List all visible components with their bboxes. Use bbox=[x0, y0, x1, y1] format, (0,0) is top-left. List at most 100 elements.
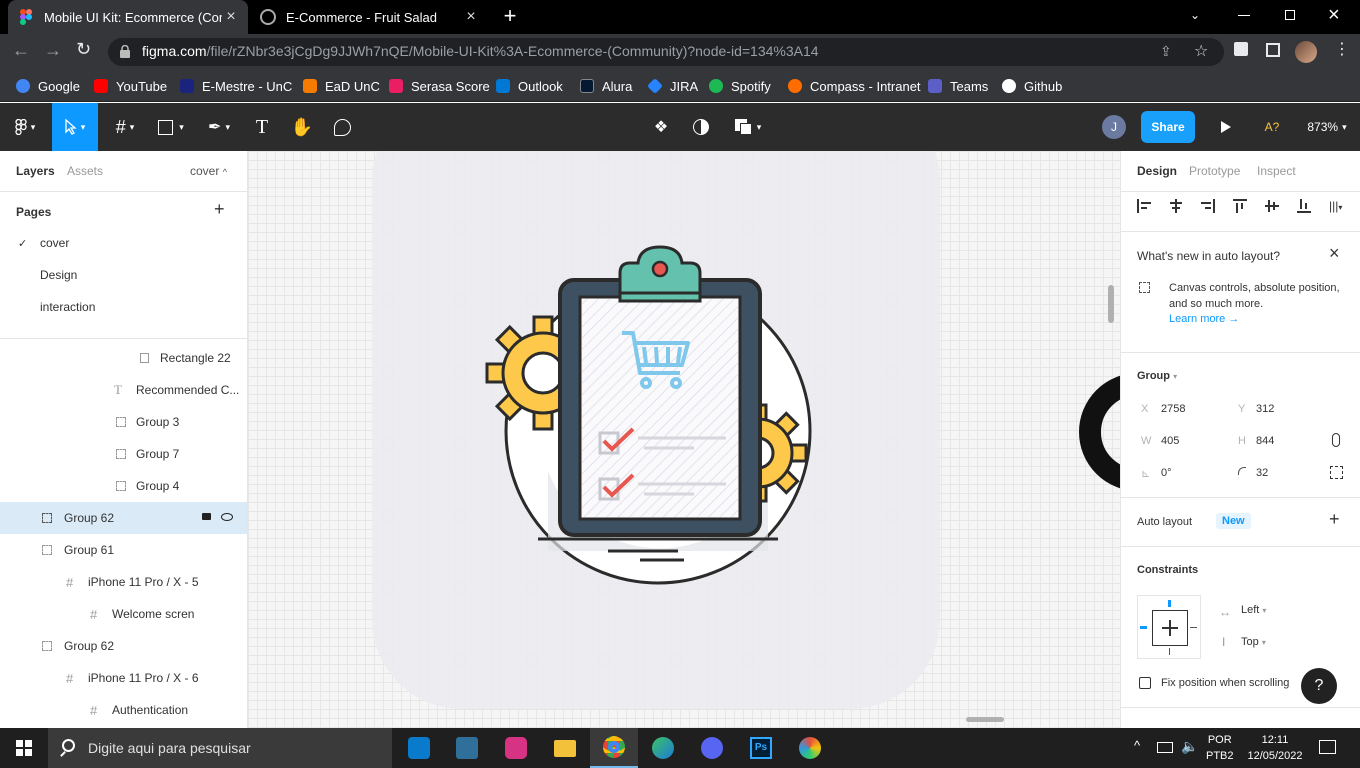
learn-more-link[interactable]: Learn more → bbox=[1169, 313, 1239, 325]
fix-position-checkbox[interactable] bbox=[1139, 677, 1151, 689]
zoom-menu[interactable]: 873% ▾ bbox=[1298, 103, 1356, 151]
tab-search-icon[interactable]: ⌄ bbox=[1190, 8, 1200, 22]
share-page-icon[interactable]: ⇪ bbox=[1160, 43, 1172, 60]
hand-tool-button[interactable]: ✋ bbox=[288, 103, 316, 151]
tab-figma[interactable]: Mobile UI Kit: Ecommerce (Comm × bbox=[8, 0, 248, 34]
horizontal-scrollbar[interactable] bbox=[966, 717, 1004, 722]
vertical-constraint-select[interactable]: Top ▾ bbox=[1241, 636, 1266, 648]
corner-radius-field[interactable]: 32 bbox=[1256, 467, 1268, 479]
w-field[interactable]: 405 bbox=[1161, 435, 1179, 447]
add-page-button[interactable]: + bbox=[214, 199, 225, 220]
discord-icon[interactable] bbox=[688, 728, 736, 768]
language-indicator[interactable]: POR PTB2 bbox=[1206, 732, 1234, 764]
back-icon[interactable]: ← bbox=[12, 40, 30, 61]
volume-icon[interactable]: 🔈 bbox=[1181, 738, 1198, 755]
forward-icon[interactable]: → bbox=[44, 40, 62, 61]
bookmark-youtube[interactable]: YouTube bbox=[94, 76, 167, 96]
photoshop-icon[interactable]: Ps bbox=[737, 728, 785, 768]
components-button[interactable]: ❖ bbox=[648, 103, 674, 151]
constraint-widget[interactable] bbox=[1137, 595, 1201, 659]
close-icon[interactable]: × bbox=[1329, 243, 1340, 264]
page-item-design[interactable]: Design bbox=[0, 259, 247, 291]
notifications-icon[interactable] bbox=[1319, 740, 1336, 754]
tab-design[interactable]: Design bbox=[1137, 164, 1177, 178]
page-item-cover[interactable]: ✓ cover bbox=[0, 227, 247, 259]
profile-avatar[interactable] bbox=[1295, 41, 1317, 63]
bookmark-ead[interactable]: EaD UnC bbox=[303, 76, 380, 96]
boolean-button[interactable]: ▾ bbox=[728, 103, 768, 151]
present-button[interactable] bbox=[1214, 103, 1238, 151]
tab-assets[interactable]: Assets bbox=[67, 164, 103, 178]
bookmark-star-icon[interactable]: ☆ bbox=[1194, 41, 1208, 61]
paint-icon[interactable] bbox=[786, 728, 834, 768]
share-button[interactable]: Share bbox=[1141, 111, 1195, 143]
layer-row-selected[interactable]: Group 62 bbox=[0, 502, 247, 534]
align-center-h-icon[interactable] bbox=[1169, 199, 1183, 213]
align-bottom-icon[interactable] bbox=[1297, 199, 1311, 213]
layer-row[interactable]: Group 7 bbox=[0, 438, 247, 470]
close-window-icon[interactable]: × bbox=[1328, 4, 1340, 27]
vscode-icon[interactable] bbox=[395, 728, 443, 768]
h-field[interactable]: 844 bbox=[1256, 435, 1274, 447]
distribute-icon[interactable]: |||▾ bbox=[1329, 199, 1351, 213]
layer-row[interactable]: # iPhone 11 Pro / X - 6 bbox=[0, 662, 247, 694]
align-right-icon[interactable] bbox=[1201, 199, 1215, 213]
layer-row[interactable]: # Welcome scren bbox=[0, 598, 247, 630]
bookmark-serasa[interactable]: Serasa Score bbox=[389, 76, 490, 96]
frame-tool-button[interactable]: # ▾ bbox=[104, 103, 146, 151]
network-icon[interactable] bbox=[1157, 742, 1173, 753]
text-tool-button[interactable]: T bbox=[248, 103, 276, 151]
rotation-field[interactable]: 0° bbox=[1161, 467, 1172, 479]
shape-tool-button[interactable]: ▾ bbox=[150, 103, 192, 151]
layer-row[interactable]: Group 3 bbox=[0, 406, 247, 438]
chrome-menu-icon[interactable]: ⋮ bbox=[1334, 42, 1350, 58]
x-field[interactable]: 2758 bbox=[1161, 403, 1185, 415]
extensions-icon[interactable] bbox=[1234, 42, 1248, 56]
theme-button[interactable] bbox=[688, 103, 714, 151]
reload-icon[interactable]: ↻ bbox=[76, 39, 91, 60]
layer-row[interactable]: # Authentication bbox=[0, 694, 247, 726]
pen-tool-button[interactable]: ✒ ▾ bbox=[198, 103, 240, 151]
minimize-icon[interactable] bbox=[1238, 15, 1250, 16]
taskbar-search[interactable]: Digite aqui para pesquisar bbox=[48, 728, 392, 768]
layer-row[interactable]: Group 62 bbox=[0, 630, 247, 662]
clock[interactable]: 12:11 12/05/2022 bbox=[1243, 732, 1307, 764]
layer-row[interactable]: Group 4 bbox=[0, 470, 247, 502]
new-tab-button[interactable]: + bbox=[498, 4, 522, 28]
add-auto-layout-button[interactable]: + bbox=[1329, 509, 1340, 530]
bookmark-jira[interactable]: JIRA bbox=[647, 76, 698, 96]
vertical-scrollbar[interactable] bbox=[1108, 285, 1114, 323]
mysql-workbench-icon[interactable] bbox=[443, 728, 491, 768]
constrain-proportions-icon[interactable] bbox=[1332, 433, 1340, 447]
file-explorer-icon[interactable] bbox=[541, 728, 589, 768]
start-button[interactable] bbox=[0, 728, 48, 768]
show-hidden-icons[interactable]: ^ bbox=[1134, 738, 1140, 753]
layer-row[interactable]: # iPhone 11 Pro / X - 5 bbox=[0, 566, 247, 598]
page-dropdown[interactable]: cover ^ bbox=[190, 164, 227, 178]
tab-inspect[interactable]: Inspect bbox=[1257, 164, 1296, 178]
close-tab-icon[interactable]: × bbox=[462, 8, 480, 26]
group-section-title[interactable]: Group ▾ bbox=[1137, 370, 1177, 382]
help-button[interactable]: ? bbox=[1301, 668, 1337, 704]
eye-icon[interactable] bbox=[221, 513, 233, 521]
url-field[interactable]: figma.com/file/rZNbr3e3jCgDg9JJWh7nQE/Mo… bbox=[108, 38, 1224, 66]
chrome-icon[interactable] bbox=[590, 728, 638, 768]
page-item-interaction[interactable]: interaction bbox=[0, 291, 247, 323]
tab-ecommerce[interactable]: E-Commerce - Fruit Salad × bbox=[248, 0, 488, 34]
bookmark-google[interactable]: Google bbox=[16, 76, 80, 96]
side-panel-icon[interactable] bbox=[1266, 43, 1280, 57]
bookmark-emestre[interactable]: E-Mestre - UnC bbox=[180, 76, 292, 96]
independent-corners-icon[interactable] bbox=[1330, 466, 1343, 479]
missing-fonts-button[interactable]: A? bbox=[1258, 103, 1286, 151]
layer-row[interactable]: Group 61 bbox=[0, 534, 247, 566]
align-top-icon[interactable] bbox=[1233, 199, 1247, 213]
design-canvas[interactable] bbox=[248, 151, 1120, 728]
align-left-icon[interactable] bbox=[1137, 199, 1151, 213]
main-menu-button[interactable]: ▾ bbox=[4, 103, 46, 151]
bookmark-outlook[interactable]: Outlook bbox=[496, 76, 563, 96]
layer-row[interactable]: Rectangle 22 bbox=[0, 342, 247, 374]
close-tab-icon[interactable]: × bbox=[222, 8, 240, 26]
bookmark-compass[interactable]: Compass - Intranet bbox=[788, 76, 921, 96]
unlock-icon[interactable] bbox=[202, 513, 211, 520]
bookmark-teams[interactable]: Teams bbox=[928, 76, 988, 96]
